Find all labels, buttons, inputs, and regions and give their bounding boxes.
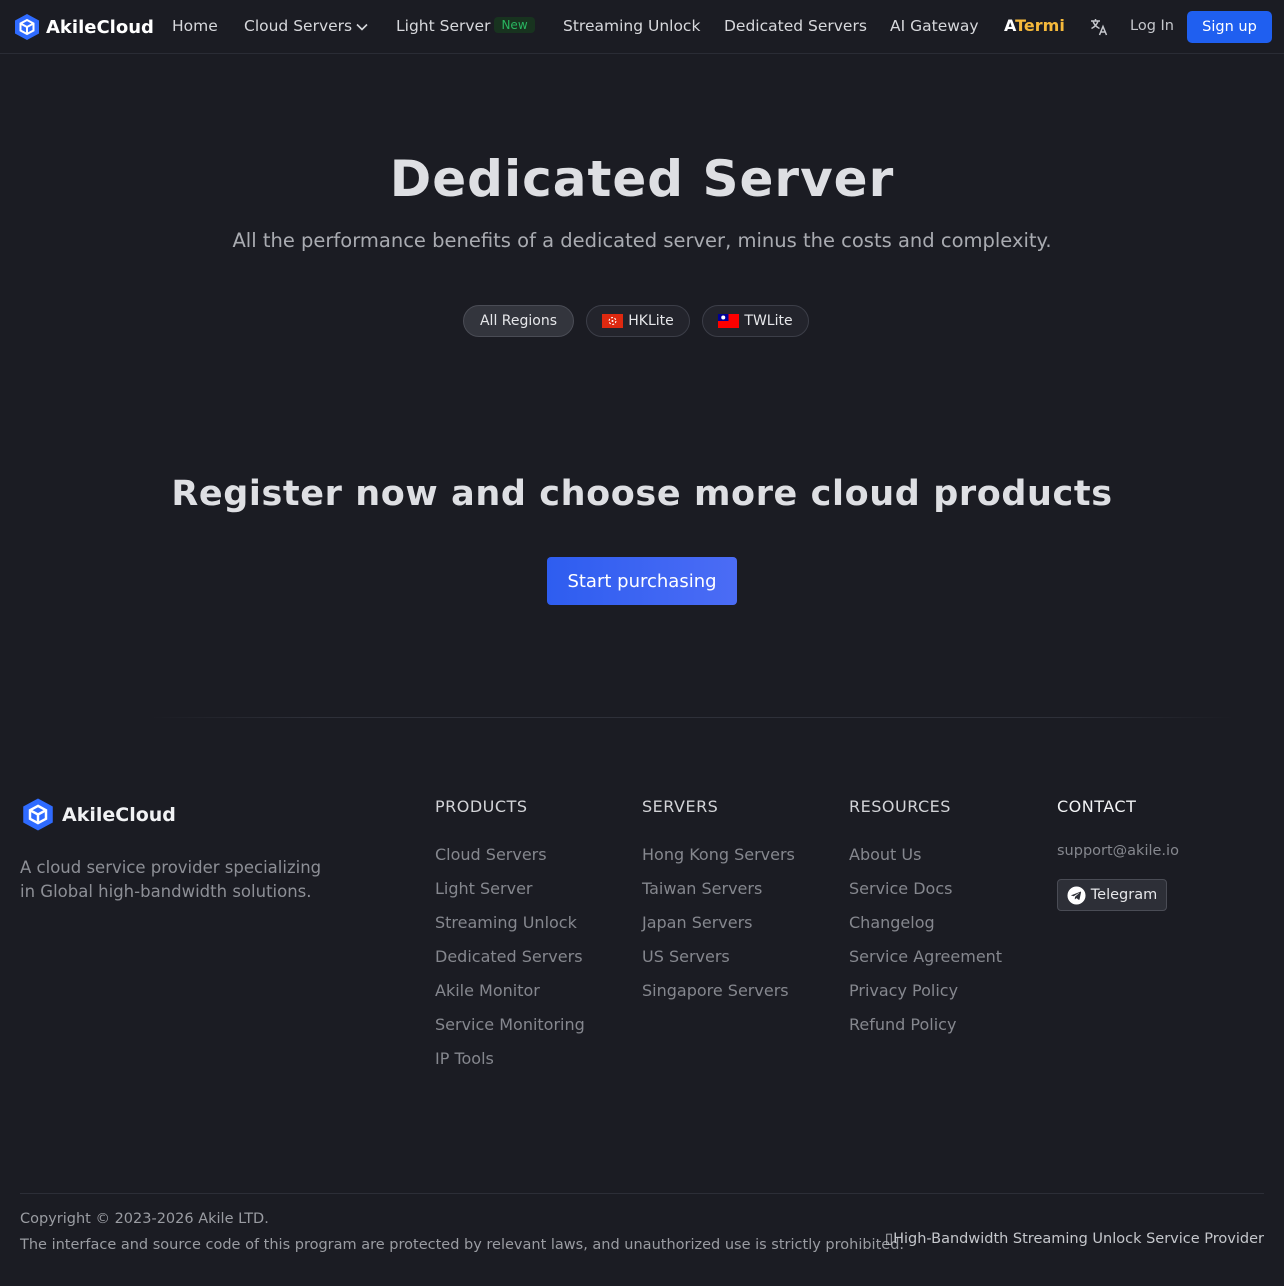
footer-link[interactable]: Service Agreement xyxy=(849,946,1002,980)
footer-servers-heading: SERVERS xyxy=(642,797,719,816)
nav-light-server[interactable]: Light Server New xyxy=(396,17,535,35)
nav-aterm[interactable]: ATermi xyxy=(1004,16,1065,35)
taiwan-flag-icon xyxy=(718,314,740,328)
footer-tagline: ▯High-Bandwidth Streaming Unlock Service… xyxy=(885,1231,1264,1247)
section-divider xyxy=(150,717,1234,718)
support-email-link[interactable]: support@akile.io xyxy=(1057,843,1179,859)
telegram-icon xyxy=(1067,885,1086,905)
footer-link[interactable]: Changelog xyxy=(849,912,1002,946)
brand-logo[interactable]: AkileCloud xyxy=(14,13,154,41)
footer-col-resources: RESOURCES About Us Service Docs Changelo… xyxy=(849,797,1002,1048)
footer-link[interactable]: IP Tools xyxy=(435,1048,585,1082)
filter-hklite[interactable]: HKLite xyxy=(586,305,690,337)
filter-all-regions[interactable]: All Regions xyxy=(463,305,574,337)
telegram-button[interactable]: Telegram xyxy=(1057,879,1167,911)
legal-notice: The interface and source code of this pr… xyxy=(20,1237,905,1253)
footer-link[interactable]: Streaming Unlock xyxy=(435,912,585,946)
footer-col-products: PRODUCTS Cloud Servers Light Server Stre… xyxy=(435,797,585,1082)
footer-link[interactable]: Light Server xyxy=(435,878,585,912)
footer-link[interactable]: Taiwan Servers xyxy=(642,878,795,912)
start-purchasing-button[interactable]: Start purchasing xyxy=(547,557,737,605)
translate-icon[interactable] xyxy=(1089,17,1109,41)
nav-ai-gateway[interactable]: AI Gateway xyxy=(890,17,979,35)
footer-products-heading: PRODUCTS xyxy=(435,797,528,816)
footer-link[interactable]: Singapore Servers xyxy=(642,980,795,1014)
footer-link[interactable]: Privacy Policy xyxy=(849,980,1002,1014)
nav-dedicated-servers[interactable]: Dedicated Servers xyxy=(724,17,867,35)
footer-divider xyxy=(20,1193,1264,1194)
nav-home[interactable]: Home xyxy=(172,17,218,35)
cube-logo-icon xyxy=(15,14,39,40)
tagline-text: High-Bandwidth Streaming Unlock Service … xyxy=(893,1231,1264,1247)
footer-description: A cloud service provider specializing in… xyxy=(20,858,322,901)
cube-logo-icon xyxy=(23,798,53,831)
aterm-rest: Termi xyxy=(1015,16,1065,35)
nav-light-server-label: Light Server xyxy=(396,17,491,35)
chevron-down-icon xyxy=(356,23,368,31)
login-link[interactable]: Log In xyxy=(1130,18,1174,34)
nav-cloud-servers[interactable]: Cloud Servers xyxy=(244,17,368,35)
telegram-label: Telegram xyxy=(1090,887,1158,903)
copyright-text: Copyright © 2023-2026 Akile LTD. xyxy=(20,1211,269,1227)
cta-heading: Register now and choose more cloud produ… xyxy=(171,474,1113,514)
nav-cloud-servers-label: Cloud Servers xyxy=(244,17,353,35)
brand-name: AkileCloud xyxy=(46,16,154,38)
tagline-glyph-icon: ▯ xyxy=(885,1231,894,1247)
footer-link[interactable]: Akile Monitor xyxy=(435,980,585,1014)
filter-twlite[interactable]: TWLite xyxy=(702,305,809,337)
footer-link[interactable]: About Us xyxy=(849,844,1002,878)
footer-col-servers: SERVERS Hong Kong Servers Taiwan Servers… xyxy=(642,797,795,1014)
nav-streaming-unlock[interactable]: Streaming Unlock xyxy=(563,17,700,35)
filter-hklite-label: HKLite xyxy=(628,313,674,329)
footer-resources-heading: RESOURCES xyxy=(849,797,951,816)
footer-link[interactable]: Cloud Servers xyxy=(435,844,585,878)
filter-all-regions-label: All Regions xyxy=(479,313,558,329)
footer-brand-name: AkileCloud xyxy=(62,803,176,826)
new-badge: New xyxy=(494,17,535,33)
footer-link[interactable]: Japan Servers xyxy=(642,912,795,946)
aterm-first-letter: A xyxy=(1004,16,1016,35)
top-navigation: AkileCloud Home Cloud Servers Light Serv… xyxy=(0,0,1284,54)
footer-link[interactable]: Service Monitoring xyxy=(435,1014,585,1048)
hong-kong-flag-icon xyxy=(602,314,624,328)
footer-link[interactable]: US Servers xyxy=(642,946,795,980)
footer-brand[interactable]: AkileCloud xyxy=(22,797,176,832)
filter-twlite-label: TWLite xyxy=(744,313,793,329)
footer-col-contact: CONTACT support@akile.io Telegram xyxy=(1057,797,1179,911)
footer-link[interactable]: Service Docs xyxy=(849,878,1002,912)
footer-link[interactable]: Hong Kong Servers xyxy=(642,844,795,878)
footer-link[interactable]: Dedicated Servers xyxy=(435,946,585,980)
page-subtitle: All the performance benefits of a dedica… xyxy=(232,229,1052,252)
signup-button[interactable]: Sign up xyxy=(1187,11,1272,43)
page-title: Dedicated Server xyxy=(389,150,895,208)
footer-contact-heading: CONTACT xyxy=(1057,797,1137,816)
footer-link[interactable]: Refund Policy xyxy=(849,1014,1002,1048)
